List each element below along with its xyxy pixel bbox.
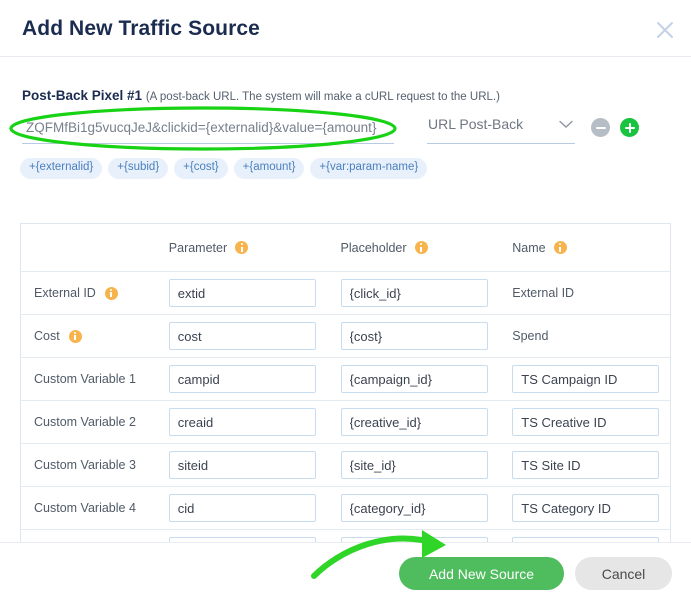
table-row: Custom Variable 4	[21, 487, 670, 530]
token-chip[interactable]: +{externalid}	[20, 158, 103, 179]
page-title: Add New Traffic Source	[22, 17, 260, 40]
table-row: External ID External ID	[21, 272, 670, 315]
remove-postback-button[interactable]	[591, 118, 610, 137]
postback-type-select[interactable]: URL Post-Back	[427, 112, 575, 144]
parameter-input[interactable]	[168, 322, 316, 350]
parameter-input[interactable]	[168, 408, 316, 436]
placeholder-input[interactable]	[340, 365, 488, 393]
table-row	[21, 530, 670, 542]
info-icon[interactable]	[68, 329, 82, 343]
placeholder-input[interactable]	[340, 408, 488, 436]
row-label-cell: Custom Variable 4	[21, 501, 169, 515]
parameter-input[interactable]	[168, 365, 316, 393]
token-chip[interactable]: +{amount}	[233, 158, 305, 179]
row-parameter-cell	[168, 451, 341, 479]
modal-header: Add New Traffic Source	[0, 0, 691, 57]
info-icon[interactable]	[235, 241, 249, 254]
variables-table: Parameter Placeholder Name External ID e…	[20, 223, 671, 542]
table-header-parameter-label: Parameter	[168, 240, 228, 255]
row-placeholder-cell	[340, 279, 513, 307]
postback-type-value: URL Post-Back	[428, 116, 524, 132]
row-label: External ID	[34, 286, 96, 300]
placeholder-input[interactable]	[340, 322, 488, 350]
placeholder-input[interactable]	[340, 494, 488, 522]
row-label: Custom Variable 3	[34, 458, 136, 472]
postback-pixel-label: Post-Back Pixel #1 (A post-back URL. The…	[22, 88, 500, 103]
name-input[interactable]	[512, 494, 660, 522]
add-new-source-button[interactable]: Add New Source	[399, 557, 564, 590]
chevron-down-icon	[559, 120, 573, 128]
row-parameter-cell	[168, 408, 341, 436]
row-placeholder-cell	[340, 451, 513, 479]
row-label: Custom Variable 4	[34, 501, 136, 515]
row-label: Custom Variable 1	[34, 372, 136, 386]
modal-body: Traffic Source Post-Back URL or Pixel (o…	[0, 57, 691, 542]
cancel-button[interactable]: Cancel	[575, 557, 672, 590]
row-placeholder-cell	[340, 408, 513, 436]
name-input[interactable]	[512, 408, 660, 436]
token-chip[interactable]: +{var:param-name}	[310, 158, 428, 179]
row-parameter-cell	[168, 322, 341, 350]
table-header-placeholder-label: Placeholder	[340, 240, 407, 255]
row-label-cell: Custom Variable 2	[21, 415, 169, 429]
postback-pixel-hint: (A post-back URL. The system will make a…	[145, 91, 500, 103]
placeholder-input[interactable]	[340, 279, 488, 307]
table-header-name: Name	[512, 241, 670, 255]
row-parameter-cell	[168, 279, 341, 307]
parameter-input[interactable]	[168, 451, 316, 479]
plus-icon-vertical	[628, 122, 631, 133]
postback-pixel-title: Post-Back Pixel #1	[22, 88, 143, 103]
row-placeholder-cell	[340, 365, 513, 393]
row-name-cell: External ID	[512, 284, 670, 302]
info-icon[interactable]	[553, 241, 567, 254]
row-label-cell: Custom Variable 1	[21, 372, 169, 386]
row-name-cell	[512, 451, 670, 479]
name-input[interactable]	[512, 451, 660, 479]
minus-icon	[595, 126, 606, 129]
close-icon[interactable]	[653, 18, 677, 42]
row-name-text: External ID	[512, 286, 575, 300]
row-label-cell: Custom Variable 3	[21, 458, 169, 472]
row-label-cell: External ID	[21, 286, 169, 300]
row-label: Cost	[34, 329, 60, 343]
row-label: Custom Variable 2	[34, 415, 136, 429]
name-input[interactable]	[512, 365, 660, 393]
table-row: Custom Variable 1	[21, 358, 670, 401]
row-name-text: Spend	[512, 329, 549, 343]
row-name-cell	[512, 494, 670, 522]
token-chip-list: +{externalid} +{subid} +{cost} +{amount}…	[20, 158, 428, 179]
clipped-section-heading: Traffic Source Post-Back URL or Pixel (o…	[22, 57, 442, 61]
postback-url-input[interactable]	[22, 112, 394, 144]
row-name-cell	[512, 365, 670, 393]
info-icon[interactable]	[414, 241, 428, 254]
table-row: Custom Variable 2	[21, 401, 670, 444]
table-header-parameter: Parameter	[169, 241, 341, 255]
row-parameter-cell	[168, 365, 341, 393]
row-parameter-cell	[168, 494, 341, 522]
placeholder-input[interactable]	[340, 451, 488, 479]
row-placeholder-cell	[340, 494, 513, 522]
table-header-name-label: Name	[512, 240, 546, 255]
row-name-cell: Spend	[512, 327, 670, 345]
modal-footer: Add New Source Cancel	[0, 542, 691, 598]
token-chip[interactable]: +{subid}	[108, 158, 169, 179]
token-chip[interactable]: +{cost}	[174, 158, 228, 179]
table-row: Custom Variable 3	[21, 444, 670, 487]
parameter-input[interactable]	[168, 494, 316, 522]
table-header-row: Parameter Placeholder Name	[21, 224, 670, 272]
table-row: Cost Spend	[21, 315, 670, 358]
row-name-cell	[512, 408, 670, 436]
row-label-cell: Cost	[21, 329, 169, 343]
add-postback-button[interactable]	[620, 118, 639, 137]
table-header-placeholder: Placeholder	[341, 241, 513, 255]
row-placeholder-cell	[340, 322, 513, 350]
parameter-input[interactable]	[168, 279, 316, 307]
info-icon[interactable]	[104, 286, 118, 300]
